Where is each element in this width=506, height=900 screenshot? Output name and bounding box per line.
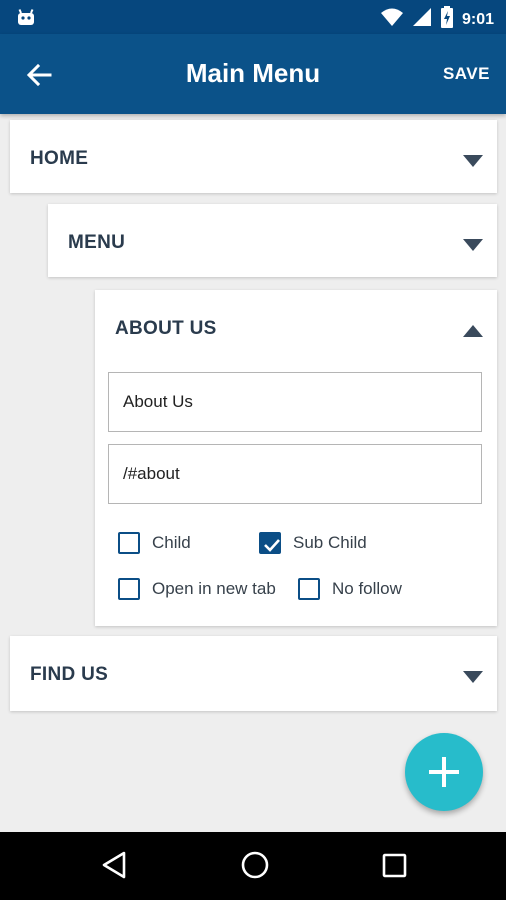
navigation-bar (0, 832, 506, 900)
checkbox-label: No follow (332, 579, 402, 598)
status-time: 9:01 (461, 10, 494, 28)
checkmark-icon (264, 539, 280, 552)
menu-url-field[interactable]: /#about (108, 444, 482, 504)
child-checkbox[interactable]: Child (118, 532, 191, 554)
caret-down-icon[interactable] (463, 154, 483, 167)
status-bar: 9:01 (0, 0, 506, 34)
caret-down-icon[interactable] (463, 670, 483, 683)
menu-title-field[interactable]: About Us (108, 372, 482, 432)
page-title: Main Menu (185, 58, 321, 88)
menu-item-find-us[interactable]: FIND US (10, 636, 497, 711)
menu-item-menu[interactable]: MENU (48, 204, 497, 277)
checkbox-label: Child (152, 533, 191, 552)
caret-down-icon[interactable] (463, 238, 483, 251)
caret-up-icon[interactable] (463, 324, 483, 337)
menu-item-label: HOME (30, 148, 89, 169)
app-bar: Main Menu SAVE (0, 34, 506, 114)
checkbox-box[interactable] (259, 532, 281, 554)
save-button[interactable]: SAVE (443, 64, 490, 84)
back-triangle-icon[interactable] (100, 850, 128, 885)
menu-item-about-us: ABOUT US About Us /#about Child Sub Chil… (95, 290, 497, 626)
signal-icon (412, 7, 432, 32)
checkbox-box[interactable] (118, 532, 140, 554)
wifi-icon (380, 7, 404, 32)
add-menu-item-button[interactable] (405, 733, 483, 811)
sub-child-checkbox[interactable]: Sub Child (259, 532, 367, 554)
menu-item-label: MENU (68, 232, 126, 253)
checkbox-box[interactable] (298, 578, 320, 600)
home-circle-icon[interactable] (240, 850, 270, 885)
open-in-new-tab-checkbox[interactable]: Open in new tab (118, 578, 276, 600)
menu-item-home[interactable]: HOME (10, 120, 497, 193)
menu-item-label: ABOUT US (115, 318, 217, 339)
no-follow-checkbox[interactable]: No follow (298, 578, 402, 600)
recents-square-icon[interactable] (381, 850, 409, 885)
menu-item-label: FIND US (30, 664, 109, 685)
checkbox-label: Open in new tab (152, 579, 276, 598)
checkbox-label: Sub Child (293, 533, 367, 552)
battery-icon (440, 6, 454, 33)
plus-icon (429, 757, 459, 787)
android-icon (16, 7, 36, 32)
checkbox-box[interactable] (118, 578, 140, 600)
